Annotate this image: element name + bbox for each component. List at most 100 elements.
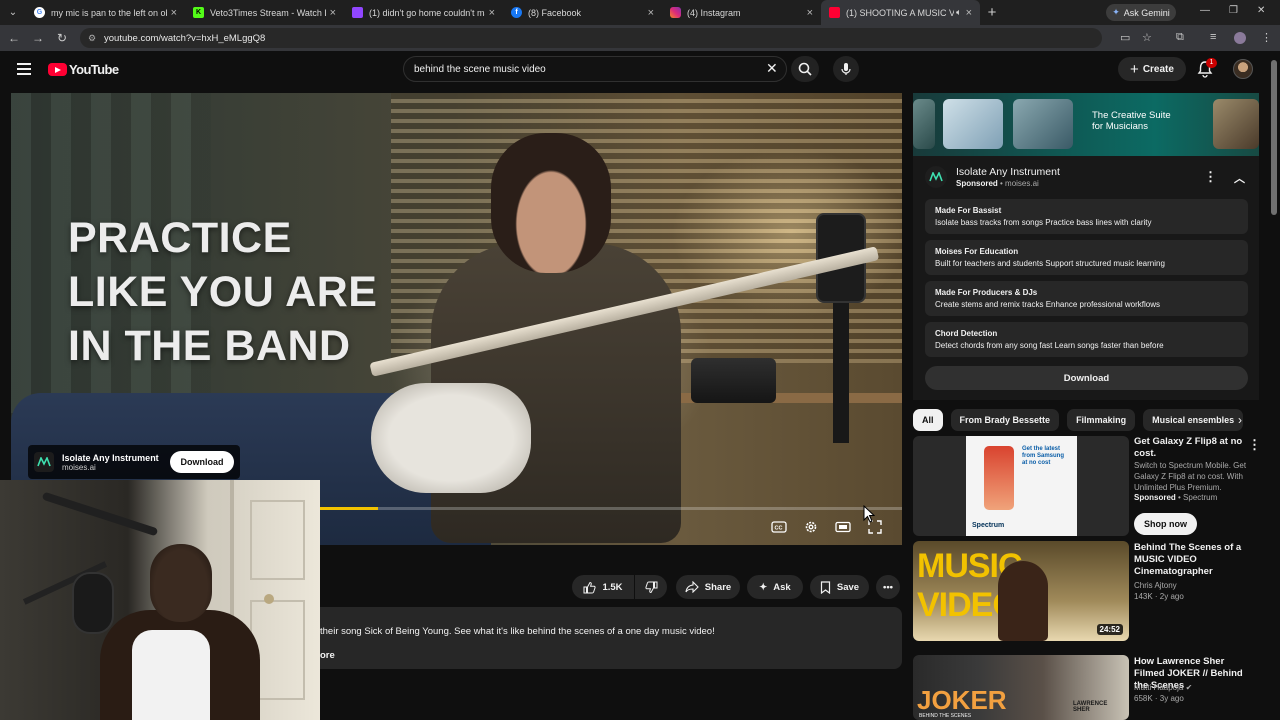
video-overlay-text: PRACTICE LIKE YOU ARE IN THE BAND — [68, 211, 377, 373]
recommendation-title[interactable]: Get Galaxy Z Flip8 at no cost. — [1134, 436, 1249, 460]
profile-avatar-icon[interactable] — [1234, 32, 1246, 44]
browser-menu-icon[interactable]: ⋮ — [1261, 31, 1272, 44]
tab-label: (1) didn't go home couldn't make — [369, 7, 485, 18]
sidebar-ad-domain: moises.ai — [1005, 179, 1039, 188]
browser-tab[interactable]: G my mic is pan to the left on obs × — [26, 0, 185, 25]
share-button[interactable]: Share — [676, 575, 740, 599]
svg-text:CC: CC — [775, 526, 783, 532]
description-box[interactable] — [320, 607, 902, 669]
chip-from-channel[interactable]: From Brady Bessette — [950, 409, 1060, 431]
close-icon[interactable]: × — [966, 7, 972, 19]
video-thumbnail[interactable]: JOKER BEHIND THE SCENES LAWRENCE SHER — [913, 655, 1129, 720]
dislike-button[interactable] — [635, 575, 667, 599]
new-tab-button[interactable]: + — [980, 4, 1004, 21]
browser-tab-active[interactable]: (1) SHOOTING A MUSIC VID 🔈︎ × — [821, 0, 980, 25]
back-icon[interactable]: ← — [2, 31, 26, 45]
menu-icon[interactable] — [17, 63, 31, 75]
feature-desc: Isolate bass tracks from songs Practice … — [935, 218, 1152, 227]
browser-tab[interactable]: f (8) Facebook × — [503, 0, 662, 25]
close-icon[interactable]: × — [330, 7, 336, 19]
more-horizontal-icon: ••• — [883, 581, 893, 593]
ask-label: Ask — [773, 581, 791, 593]
chip-musical-ensembles[interactable]: Musical ensembles — [1143, 409, 1244, 431]
sidebar-ad-panel — [913, 156, 1259, 400]
sparkle-icon: ✦ — [759, 581, 768, 593]
cast-icon[interactable]: ▭ — [1120, 31, 1130, 44]
browser-tab[interactable]: (4) Instagram × — [662, 0, 821, 25]
sidebar-ad-download-button[interactable]: Download — [925, 366, 1248, 390]
speaker-icon[interactable]: 🔈︎ — [956, 7, 961, 18]
recommendation-channel[interactable]: Matti Haapoja ✔︎ — [1134, 682, 1254, 693]
close-icon[interactable]: × — [807, 7, 813, 19]
maximize-icon[interactable]: ❐ — [1229, 5, 1238, 16]
ad-feature-item[interactable]: Made For Producers & DJs Create stems an… — [925, 281, 1248, 316]
video-thumbnail[interactable]: Get the latest from Samsung at no cost S… — [913, 436, 1129, 536]
more-actions-button[interactable]: ••• — [876, 575, 900, 599]
minimize-icon[interactable]: — — [1200, 5, 1210, 16]
banner-image-tile — [1213, 99, 1259, 149]
theater-mode-icon[interactable] — [833, 518, 853, 536]
site-info-icon[interactable]: ⚙︎ — [88, 33, 96, 44]
reading-list-icon[interactable]: ≡ — [1210, 31, 1216, 43]
recommendation-sponsor-line: Sponsored • Spectrum — [1134, 493, 1218, 502]
chevron-right-icon[interactable]: › — [1238, 413, 1242, 427]
youtube-logo[interactable]: YouTube — [48, 62, 119, 77]
reload-icon[interactable]: ↻ — [50, 31, 74, 45]
close-window-icon[interactable]: ✕ — [1257, 5, 1265, 16]
ad-feature-item[interactable]: Chord Detection Detect chords from any s… — [925, 322, 1248, 357]
search-value: behind the scene music video — [414, 63, 546, 75]
mouse-cursor-icon — [863, 505, 875, 523]
player-ad-download-button[interactable]: Download — [170, 451, 234, 473]
tab-search-icon[interactable]: ⌄ — [0, 0, 26, 25]
thumbnail-name: LAWRENCE SHER — [1073, 701, 1108, 713]
ad-feature-item[interactable]: Made For Bassist Isolate bass tracks fro… — [925, 199, 1248, 234]
recommendation-title[interactable]: Behind The Scenes of a MUSIC VIDEO Cinem… — [1134, 542, 1249, 578]
more-vertical-icon[interactable]: ⋮ — [1204, 169, 1217, 185]
sidebar-ad-title[interactable]: Isolate Any Instrument — [956, 166, 1060, 178]
extensions-icon[interactable]: ⧉ — [1176, 31, 1184, 44]
clear-search-icon[interactable]: ✕ — [766, 60, 778, 77]
browser-tab[interactable]: K Veto3Times Stream - Watch Live × — [185, 0, 344, 25]
google-icon: G — [34, 7, 45, 18]
chip-all[interactable]: All — [913, 409, 943, 431]
url-input[interactable]: ⚙︎ youtube.com/watch?v=hxH_eMLggQ8 — [80, 28, 1102, 48]
bookmark-star-icon[interactable]: ☆ — [1142, 31, 1152, 44]
facebook-icon: f — [511, 7, 522, 18]
sidebar-ad-banner[interactable] — [913, 93, 1259, 156]
tab-label: (4) Instagram — [687, 7, 741, 18]
voice-search-button[interactable] — [833, 56, 859, 82]
ad-feature-item[interactable]: Moises For Education Built for teachers … — [925, 240, 1248, 275]
video-scene-musician-head — [491, 133, 611, 273]
search-input[interactable]: behind the scene music video — [403, 56, 787, 82]
close-icon[interactable]: × — [648, 7, 654, 19]
ask-gemini-button[interactable]: ✦ Ask Gemini — [1106, 4, 1176, 21]
create-button[interactable]: + Create — [1118, 57, 1186, 81]
video-thumbnail[interactable]: MUSIC VIDEO 24:52 — [913, 541, 1129, 641]
chip-filmmaking[interactable]: Filmmaking — [1067, 409, 1136, 431]
feature-title: Made For Bassist — [935, 206, 1002, 215]
video-player[interactable]: PRACTICE LIKE YOU ARE IN THE BAND Isolat… — [11, 93, 902, 545]
share-arrow-icon — [685, 581, 699, 593]
more-vertical-icon[interactable]: ⋮ — [1248, 437, 1261, 453]
save-button[interactable]: Save — [810, 575, 869, 599]
page-scrollbar[interactable] — [1271, 60, 1277, 215]
plus-icon: + — [1130, 60, 1139, 78]
webcam-person-head — [150, 544, 212, 622]
account-avatar[interactable] — [1233, 59, 1253, 79]
shop-now-button[interactable]: Shop now — [1134, 513, 1197, 535]
webcam-person-shirt — [132, 630, 210, 720]
ask-button[interactable]: ✦ Ask — [747, 575, 803, 599]
recommendation-channel[interactable]: Chris Ajtony — [1134, 580, 1254, 591]
close-icon[interactable]: × — [171, 7, 177, 19]
settings-gear-icon[interactable] — [801, 518, 821, 536]
progress-bar[interactable] — [320, 507, 902, 510]
collapse-chevron-icon[interactable]: ︿ — [1234, 170, 1245, 186]
like-button[interactable]: 1.5K — [572, 575, 634, 599]
player-ad-card[interactable]: Isolate Any Instrument moises.ai Downloa… — [28, 445, 240, 479]
close-icon[interactable]: × — [489, 7, 495, 19]
forward-icon[interactable]: → — [26, 31, 50, 45]
captions-icon[interactable]: CC — [769, 518, 789, 536]
search-button[interactable] — [791, 56, 819, 82]
browser-tab[interactable]: (1) didn't go home couldn't make × — [344, 0, 503, 25]
description-more-link[interactable]: ore — [320, 650, 335, 661]
